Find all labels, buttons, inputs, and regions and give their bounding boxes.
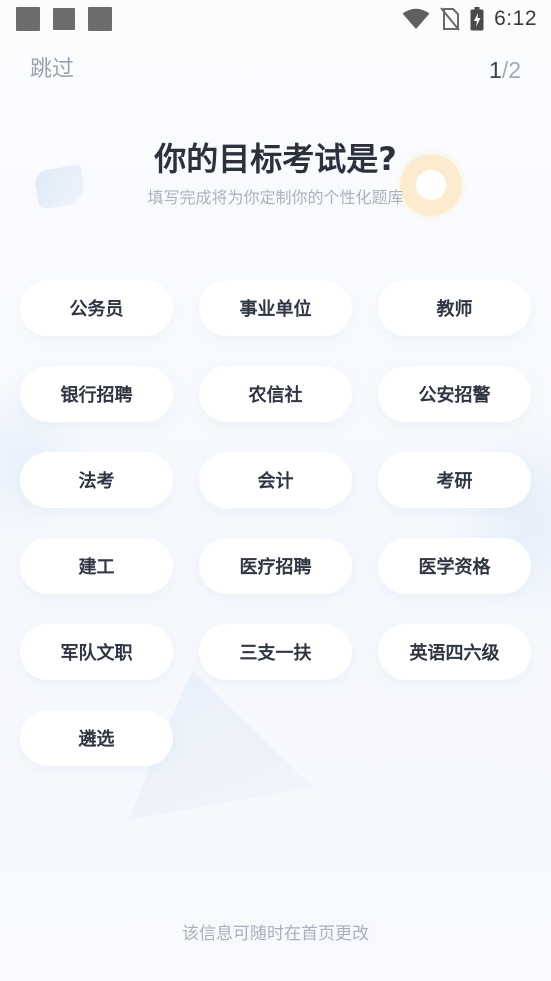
footer-note: 该信息可随时在首页更改 bbox=[182, 924, 369, 944]
system-icons: 6:12 bbox=[402, 6, 537, 32]
no-sim-icon bbox=[440, 7, 460, 31]
exam-option[interactable]: 三支一扶 bbox=[199, 624, 352, 680]
notification-square-icon bbox=[88, 7, 112, 31]
notification-square-icon bbox=[53, 8, 75, 30]
exam-option[interactable]: 教师 bbox=[378, 280, 531, 336]
exam-option[interactable]: 考研 bbox=[378, 452, 531, 508]
exam-option[interactable]: 建工 bbox=[20, 538, 173, 594]
status-bar: 6:12 bbox=[0, 0, 551, 38]
page-current: 1 bbox=[489, 57, 502, 83]
exam-options-grid: 公务员 事业单位 教师 银行招聘 农信社 公安招警 法考 会计 考研 建工 医疗… bbox=[20, 280, 532, 766]
wifi-icon bbox=[402, 8, 430, 30]
page-indicator: 1/2 bbox=[489, 55, 521, 85]
exam-option[interactable]: 会计 bbox=[199, 452, 352, 508]
page-subtitle: 填写完成将为你定制你的个性化题库 bbox=[147, 188, 404, 207]
exam-option[interactable]: 公务员 bbox=[20, 280, 173, 336]
exam-option[interactable]: 事业单位 bbox=[199, 280, 352, 336]
onboarding-screen: 6:12 跳过 1/2 你的目标考试是? 填写完成将为你定制你的个性化题库 公务… bbox=[0, 0, 551, 981]
exam-option[interactable]: 军队文职 bbox=[20, 624, 173, 680]
exam-option[interactable]: 医学资格 bbox=[378, 538, 531, 594]
exam-option[interactable]: 遴选 bbox=[20, 710, 173, 766]
exam-option[interactable]: 银行招聘 bbox=[20, 366, 173, 422]
exam-option[interactable]: 公安招警 bbox=[378, 366, 531, 422]
page-title: 你的目标考试是? bbox=[154, 140, 397, 178]
notification-square-icon bbox=[16, 7, 40, 31]
exam-option[interactable]: 农信社 bbox=[199, 366, 352, 422]
clock: 6:12 bbox=[494, 7, 537, 30]
page-total: 2 bbox=[508, 57, 521, 83]
exam-option[interactable]: 医疗招聘 bbox=[199, 538, 352, 594]
exam-option[interactable]: 法考 bbox=[20, 452, 173, 508]
exam-option[interactable]: 英语四六级 bbox=[378, 624, 531, 680]
skip-button[interactable]: 跳过 bbox=[30, 54, 74, 86]
battery-charging-icon bbox=[470, 7, 484, 31]
